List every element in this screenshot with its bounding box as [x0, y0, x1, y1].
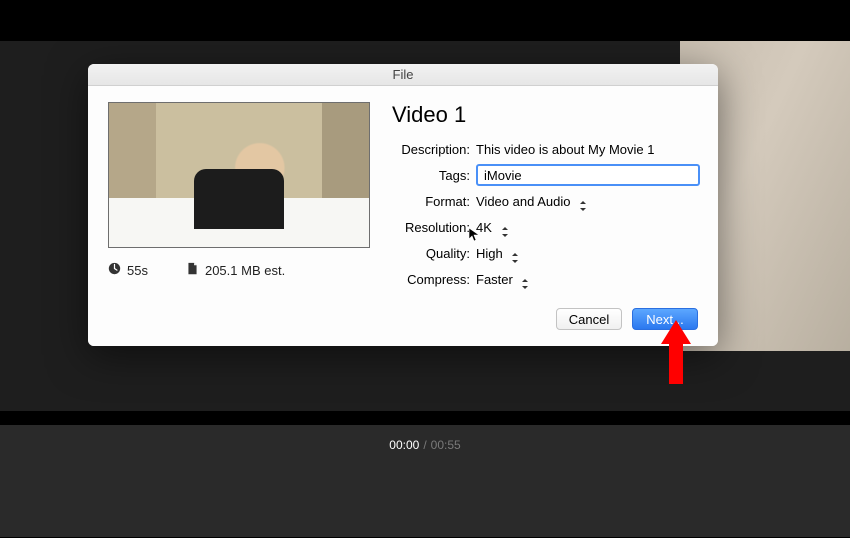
dialog-footer: Cancel Next... — [88, 302, 718, 346]
label-resolution: Resolution: — [392, 220, 470, 235]
filesize-value: 205.1 MB est. — [205, 263, 285, 278]
value-compress: Faster — [476, 272, 513, 287]
label-tags: Tags: — [392, 168, 470, 183]
value-resolution: 4K — [476, 220, 492, 235]
time-separator: / — [423, 438, 426, 452]
value-quality: High — [476, 246, 503, 261]
field-quality: Quality: High — [392, 242, 700, 264]
video-thumbnail — [108, 102, 370, 248]
export-file-dialog: File 55s 205.1 MB est. Vide — [88, 64, 718, 346]
resolution-popup[interactable]: 4K — [476, 220, 510, 235]
time-current: 00:00 — [389, 438, 419, 452]
dialog-left-column: 55s 205.1 MB est. — [108, 102, 370, 294]
time-total: 00:55 — [431, 438, 461, 452]
duration-value: 55s — [127, 263, 148, 278]
field-compress: Compress: Faster — [392, 268, 700, 290]
value-description[interactable]: This video is about My Movie 1 — [476, 142, 654, 157]
compress-popup[interactable]: Faster — [476, 272, 530, 287]
next-button[interactable]: Next... — [632, 308, 698, 330]
export-heading: Video 1 — [392, 102, 700, 128]
file-icon — [186, 262, 199, 278]
duration-meta: 55s — [108, 262, 148, 278]
field-resolution: Resolution: 4K — [392, 216, 700, 238]
field-format: Format: Video and Audio — [392, 190, 700, 212]
cancel-button[interactable]: Cancel — [556, 308, 622, 330]
format-popup[interactable]: Video and Audio — [476, 194, 588, 209]
dialog-body: 55s 205.1 MB est. Video 1 Description: T… — [88, 86, 718, 302]
clock-icon — [108, 262, 121, 278]
label-format: Format: — [392, 194, 470, 209]
quality-popup[interactable]: High — [476, 246, 520, 261]
filesize-meta: 205.1 MB est. — [186, 262, 285, 278]
label-compress: Compress: — [392, 272, 470, 287]
dialog-title: File — [88, 64, 718, 86]
field-tags: Tags: — [392, 164, 700, 186]
playhead-time: 00:00 / 00:55 — [0, 438, 850, 452]
value-format: Video and Audio — [476, 194, 570, 209]
field-description: Description: This video is about My Movi… — [392, 138, 700, 160]
label-quality: Quality: — [392, 246, 470, 261]
tags-input[interactable] — [476, 164, 700, 186]
dialog-right-column: Video 1 Description: This video is about… — [392, 102, 700, 294]
label-description: Description: — [392, 142, 470, 157]
export-meta: 55s 205.1 MB est. — [108, 262, 370, 278]
